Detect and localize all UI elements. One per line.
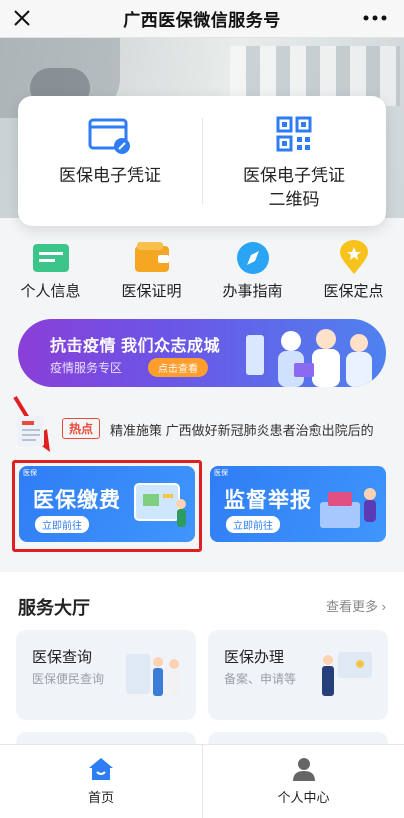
- report-go-button[interactable]: 立即前往: [226, 516, 280, 533]
- id-card-icon: [88, 118, 130, 154]
- quick-link-label: 个人信息: [20, 283, 81, 300]
- close-icon[interactable]: [10, 6, 34, 30]
- tab-profile-label: 个人中心: [277, 790, 330, 805]
- location-pin-icon: [339, 240, 368, 274]
- tab-home[interactable]: 首页: [0, 745, 202, 818]
- news-icon: [18, 416, 44, 446]
- service-card-subtitle: 备案、申请等: [224, 672, 297, 686]
- compass-icon: [236, 242, 269, 274]
- e-credential-label: 医保电子凭证: [59, 166, 161, 185]
- service-card-subtitle: 医保便民查询: [32, 672, 105, 686]
- service-card-query[interactable]: 医保查询 医保便民查询: [16, 630, 196, 720]
- tab-profile[interactable]: 个人中心: [202, 745, 404, 818]
- query-illustration: [126, 654, 179, 696]
- banner-title: 抗击疫情 我们众志成城: [50, 338, 220, 355]
- more-dots-icon[interactable]: [360, 6, 390, 30]
- service-card-title: 医保办理: [224, 649, 285, 666]
- quick-link-label: 医保定点: [323, 283, 384, 300]
- epidemic-banner[interactable]: 抗击疫情 我们众志成城 疫情服务专区 点击查看: [18, 319, 386, 387]
- person-card-icon: [32, 244, 69, 272]
- report-tile[interactable]: 医保 监督举报 立即前往: [210, 466, 386, 542]
- handle-illustration: [322, 652, 372, 696]
- medical-staff-illustration: [246, 329, 372, 387]
- report-illustration: [320, 488, 376, 528]
- tile-tag: 医保: [214, 470, 228, 477]
- hot-news-bar[interactable]: 热点 精准施策 广西做好新冠肺炎患者治愈出院后的: [10, 410, 404, 450]
- quick-link-service-guide[interactable]: 办事指南: [202, 240, 303, 304]
- credential-card: 医保电子凭证 医保电子凭证 二维码: [18, 96, 386, 226]
- e-credential-qr-label-1: 医保电子凭证: [243, 166, 345, 185]
- view-more-link[interactable]: 查看更多 ›: [326, 596, 386, 615]
- bottom-tab-bar: 首页 个人中心: [0, 744, 404, 818]
- service-card-title: 医保查询: [32, 649, 93, 666]
- top-bar: 广西医保微信服务号: [0, 0, 404, 38]
- user-icon: [292, 758, 315, 781]
- service-hall-title: 服务大厅: [18, 598, 90, 618]
- e-credential-qr-label-2: 二维码: [268, 190, 320, 209]
- qr-code-icon: [276, 116, 312, 152]
- quick-link-label: 医保证明: [121, 283, 182, 300]
- e-credential-button[interactable]: 医保电子凭证: [18, 116, 202, 188]
- service-card-handle[interactable]: 医保办理 备案、申请等: [208, 630, 388, 720]
- quick-link-personal-info[interactable]: 个人信息: [0, 240, 101, 304]
- wallet-icon: [134, 242, 169, 272]
- tab-home-label: 首页: [87, 790, 114, 805]
- report-title: 监督举报: [224, 489, 312, 512]
- e-credential-qr-button[interactable]: 医保电子凭证 二维码: [202, 116, 386, 212]
- quick-links: 个人信息 医保证明 办事指南 医保定点: [0, 240, 404, 304]
- view-more-label: 查看更多: [326, 599, 379, 614]
- quick-link-label: 办事指南: [222, 283, 283, 300]
- home-icon: [89, 758, 113, 780]
- page-title: 广西医保微信服务号: [123, 11, 281, 30]
- banner-view-button[interactable]: 点击查看: [148, 358, 208, 377]
- highlight-box: [12, 460, 202, 552]
- quick-link-designated-points[interactable]: 医保定点: [303, 240, 404, 304]
- quick-link-insurance-proof[interactable]: 医保证明: [101, 240, 202, 304]
- hot-news-text: 精准施策 广西做好新冠肺炎患者治愈出院后的: [110, 423, 374, 438]
- hot-badge: 热点: [62, 418, 101, 439]
- banner-subtitle: 疫情服务专区: [50, 361, 123, 375]
- chevron-right-icon: ›: [381, 599, 386, 614]
